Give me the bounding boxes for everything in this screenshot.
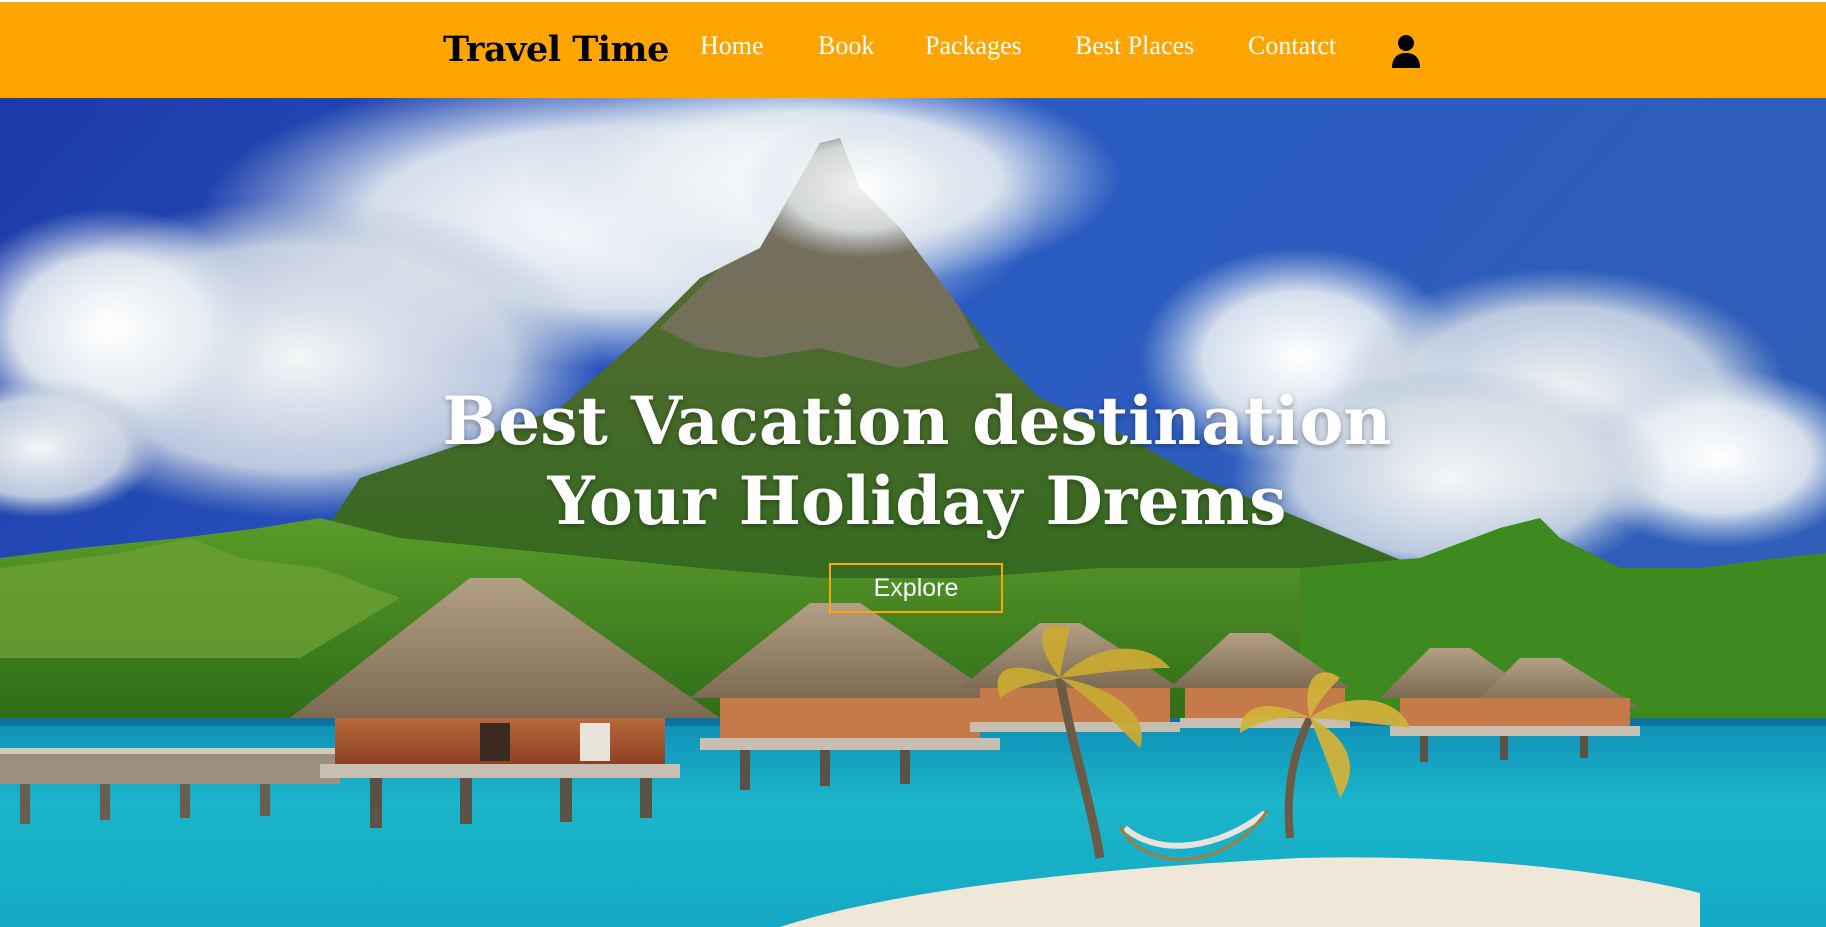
explore-button[interactable]: Explore <box>829 563 1003 613</box>
user-icon[interactable] <box>1391 34 1421 68</box>
hero-headline-line-1: Best Vacation destination <box>442 382 1392 460</box>
nav-link-best-places[interactable]: Best Places <box>1075 30 1194 62</box>
hero-headline-line-2: Your Holiday Drems <box>547 462 1287 540</box>
top-navbar: Travel Time Home Book Packages Best Plac… <box>0 0 1826 98</box>
nav-link-book[interactable]: Book <box>818 30 874 62</box>
nav-link-packages[interactable]: Packages <box>925 30 1022 62</box>
nav-link-home[interactable]: Home <box>700 30 764 62</box>
hero-banner: Best Vacation destination Your Holiday D… <box>0 98 1826 927</box>
brand-logo-text[interactable]: Travel Time <box>443 26 669 74</box>
nav-link-contact[interactable]: Contatct <box>1248 30 1336 62</box>
